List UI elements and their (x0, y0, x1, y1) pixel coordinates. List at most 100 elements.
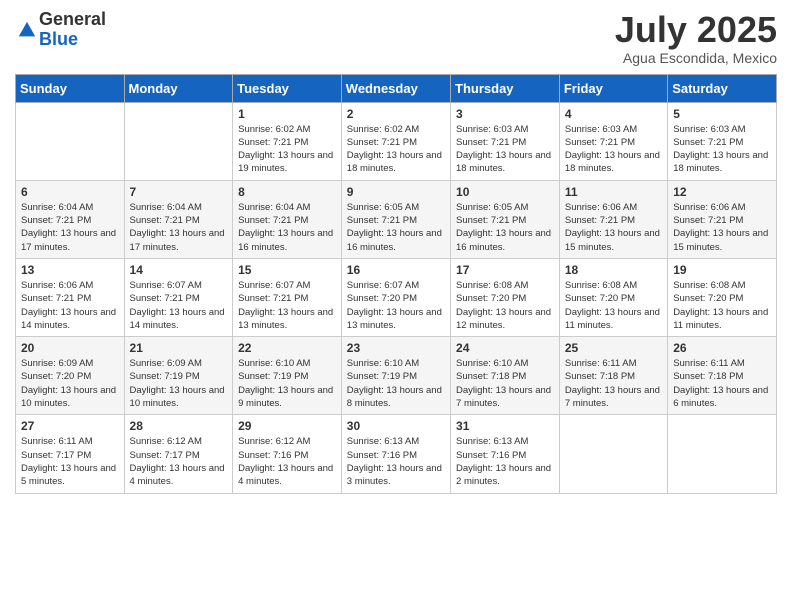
day-info: Sunrise: 6:07 AMSunset: 7:20 PMDaylight:… (347, 279, 445, 332)
weekday-header: Wednesday (341, 74, 450, 102)
calendar-cell: 31 Sunrise: 6:13 AMSunset: 7:16 PMDayligh… (451, 415, 560, 493)
calendar-cell (124, 102, 233, 180)
calendar-cell: 12 Sunrise: 6:06 AMSunset: 7:21 PMDayligh… (668, 180, 777, 258)
weekday-header: Thursday (451, 74, 560, 102)
day-info: Sunrise: 6:04 AMSunset: 7:21 PMDaylight:… (21, 201, 119, 254)
day-info: Sunrise: 6:09 AMSunset: 7:20 PMDaylight:… (21, 357, 119, 410)
day-number: 19 (673, 263, 771, 277)
day-info: Sunrise: 6:04 AMSunset: 7:21 PMDaylight:… (238, 201, 336, 254)
calendar-cell: 29 Sunrise: 6:12 AMSunset: 7:16 PMDayligh… (233, 415, 342, 493)
day-number: 27 (21, 419, 119, 433)
day-number: 14 (130, 263, 228, 277)
day-info: Sunrise: 6:13 AMSunset: 7:16 PMDaylight:… (456, 435, 554, 488)
weekday-header: Sunday (16, 74, 125, 102)
calendar-cell: 2Sunrise: 6:02 AMSunset: 7:21 PMDaylight… (341, 102, 450, 180)
page-header: General Blue July 2025 Agua Escondida, M… (15, 10, 777, 66)
calendar-cell: 11Sunrise: 6:06 AMSunset: 7:21 PMDayligh… (559, 180, 667, 258)
calendar-cell: 22Sunrise: 6:10 AMSunset: 7:19 PMDayligh… (233, 337, 342, 415)
calendar-cell (559, 415, 667, 493)
calendar-cell: 30 Sunrise: 6:13 AMSunset: 7:16 PMDayligh… (341, 415, 450, 493)
day-number: 23 (347, 341, 445, 355)
weekday-header: Tuesday (233, 74, 342, 102)
day-number: 5 (673, 107, 771, 121)
day-info: Sunrise: 6:12 AMSunset: 7:17 PMDaylight:… (130, 435, 228, 488)
day-number: 29 (238, 419, 336, 433)
day-info: Sunrise: 6:06 AMSunset: 7:21 PMDaylight:… (21, 279, 119, 332)
day-info: Sunrise: 6:06 AMSunset: 7:21 PMDaylight:… (673, 201, 771, 254)
calendar-week-row: 27 Sunrise: 6:11 AMSunset: 7:17 PMDayligh… (16, 415, 777, 493)
calendar-cell (668, 415, 777, 493)
day-info: Sunrise: 6:03 AMSunset: 7:21 PMDaylight:… (565, 123, 662, 176)
day-info: Sunrise: 6:11 AMSunset: 7:18 PMDaylight:… (673, 357, 771, 410)
day-info: Sunrise: 6:08 AMSunset: 7:20 PMDaylight:… (456, 279, 554, 332)
day-number: 6 (21, 185, 119, 199)
day-number: 15 (238, 263, 336, 277)
weekday-header: Saturday (668, 74, 777, 102)
day-info: Sunrise: 6:13 AMSunset: 7:16 PMDaylight:… (347, 435, 445, 488)
calendar-cell: 6 Sunrise: 6:04 AMSunset: 7:21 PMDaylight… (16, 180, 125, 258)
calendar-cell: 7 Sunrise: 6:04 AMSunset: 7:21 PMDaylight… (124, 180, 233, 258)
logo-general-text: General (39, 9, 106, 29)
calendar-cell: 15Sunrise: 6:07 AMSunset: 7:21 PMDayligh… (233, 258, 342, 336)
day-info: Sunrise: 6:12 AMSunset: 7:16 PMDaylight:… (238, 435, 336, 488)
day-number: 3 (456, 107, 554, 121)
day-number: 25 (565, 341, 662, 355)
weekday-header: Friday (559, 74, 667, 102)
calendar-cell: 17 Sunrise: 6:08 AMSunset: 7:20 PMDayligh… (451, 258, 560, 336)
day-number: 4 (565, 107, 662, 121)
logo: General Blue (15, 10, 106, 50)
day-info: Sunrise: 6:09 AMSunset: 7:19 PMDaylight:… (130, 357, 228, 410)
day-number: 8 (238, 185, 336, 199)
logo-blue-text: Blue (39, 29, 78, 49)
day-info: Sunrise: 6:04 AMSunset: 7:21 PMDaylight:… (130, 201, 228, 254)
calendar-cell: 4 Sunrise: 6:03 AMSunset: 7:21 PMDaylight… (559, 102, 667, 180)
day-number: 21 (130, 341, 228, 355)
day-number: 7 (130, 185, 228, 199)
day-number: 18 (565, 263, 662, 277)
calendar-cell: 10 Sunrise: 6:05 AMSunset: 7:21 PMDayligh… (451, 180, 560, 258)
calendar-table: SundayMondayTuesdayWednesdayThursdayFrid… (15, 74, 777, 494)
calendar-cell: 20 Sunrise: 6:09 AMSunset: 7:20 PMDayligh… (16, 337, 125, 415)
calendar-cell: 24Sunrise: 6:10 AMSunset: 7:18 PMDayligh… (451, 337, 560, 415)
calendar-cell: 27 Sunrise: 6:11 AMSunset: 7:17 PMDayligh… (16, 415, 125, 493)
day-info: Sunrise: 6:02 AMSunset: 7:21 PMDaylight:… (238, 123, 336, 176)
calendar-cell: 9Sunrise: 6:05 AMSunset: 7:21 PMDaylight… (341, 180, 450, 258)
day-number: 31 (456, 419, 554, 433)
day-number: 17 (456, 263, 554, 277)
calendar-cell: 25Sunrise: 6:11 AMSunset: 7:18 PMDayligh… (559, 337, 667, 415)
day-info: Sunrise: 6:07 AMSunset: 7:21 PMDaylight:… (130, 279, 228, 332)
calendar-cell: 19 Sunrise: 6:08 AMSunset: 7:20 PMDayligh… (668, 258, 777, 336)
day-info: Sunrise: 6:10 AMSunset: 7:19 PMDaylight:… (347, 357, 445, 410)
calendar-cell: 1Sunrise: 6:02 AMSunset: 7:21 PMDaylight… (233, 102, 342, 180)
day-number: 16 (347, 263, 445, 277)
weekday-header: Monday (124, 74, 233, 102)
calendar-cell (16, 102, 125, 180)
calendar-week-row: 20 Sunrise: 6:09 AMSunset: 7:20 PMDayligh… (16, 337, 777, 415)
day-info: Sunrise: 6:03 AMSunset: 7:21 PMDaylight:… (456, 123, 554, 176)
calendar-week-row: 13Sunrise: 6:06 AMSunset: 7:21 PMDayligh… (16, 258, 777, 336)
location: Agua Escondida, Mexico (615, 50, 777, 66)
day-number: 22 (238, 341, 336, 355)
calendar-cell: 18Sunrise: 6:08 AMSunset: 7:20 PMDayligh… (559, 258, 667, 336)
calendar-cell: 16 Sunrise: 6:07 AMSunset: 7:20 PMDayligh… (341, 258, 450, 336)
calendar-cell: 5Sunrise: 6:03 AMSunset: 7:21 PMDaylight… (668, 102, 777, 180)
calendar-cell: 28Sunrise: 6:12 AMSunset: 7:17 PMDayligh… (124, 415, 233, 493)
day-number: 12 (673, 185, 771, 199)
weekday-header-row: SundayMondayTuesdayWednesdayThursdayFrid… (16, 74, 777, 102)
calendar-cell: 3 Sunrise: 6:03 AMSunset: 7:21 PMDaylight… (451, 102, 560, 180)
day-number: 30 (347, 419, 445, 433)
day-info: Sunrise: 6:11 AMSunset: 7:17 PMDaylight:… (21, 435, 119, 488)
day-info: Sunrise: 6:05 AMSunset: 7:21 PMDaylight:… (347, 201, 445, 254)
day-number: 26 (673, 341, 771, 355)
calendar-cell: 21 Sunrise: 6:09 AMSunset: 7:19 PMDayligh… (124, 337, 233, 415)
day-number: 24 (456, 341, 554, 355)
day-number: 11 (565, 185, 662, 199)
calendar-cell: 13Sunrise: 6:06 AMSunset: 7:21 PMDayligh… (16, 258, 125, 336)
day-number: 10 (456, 185, 554, 199)
day-info: Sunrise: 6:05 AMSunset: 7:21 PMDaylight:… (456, 201, 554, 254)
day-info: Sunrise: 6:08 AMSunset: 7:20 PMDaylight:… (673, 279, 771, 332)
calendar-week-row: 6 Sunrise: 6:04 AMSunset: 7:21 PMDaylight… (16, 180, 777, 258)
title-block: July 2025 Agua Escondida, Mexico (615, 10, 777, 66)
calendar-cell: 23 Sunrise: 6:10 AMSunset: 7:19 PMDayligh… (341, 337, 450, 415)
day-number: 20 (21, 341, 119, 355)
